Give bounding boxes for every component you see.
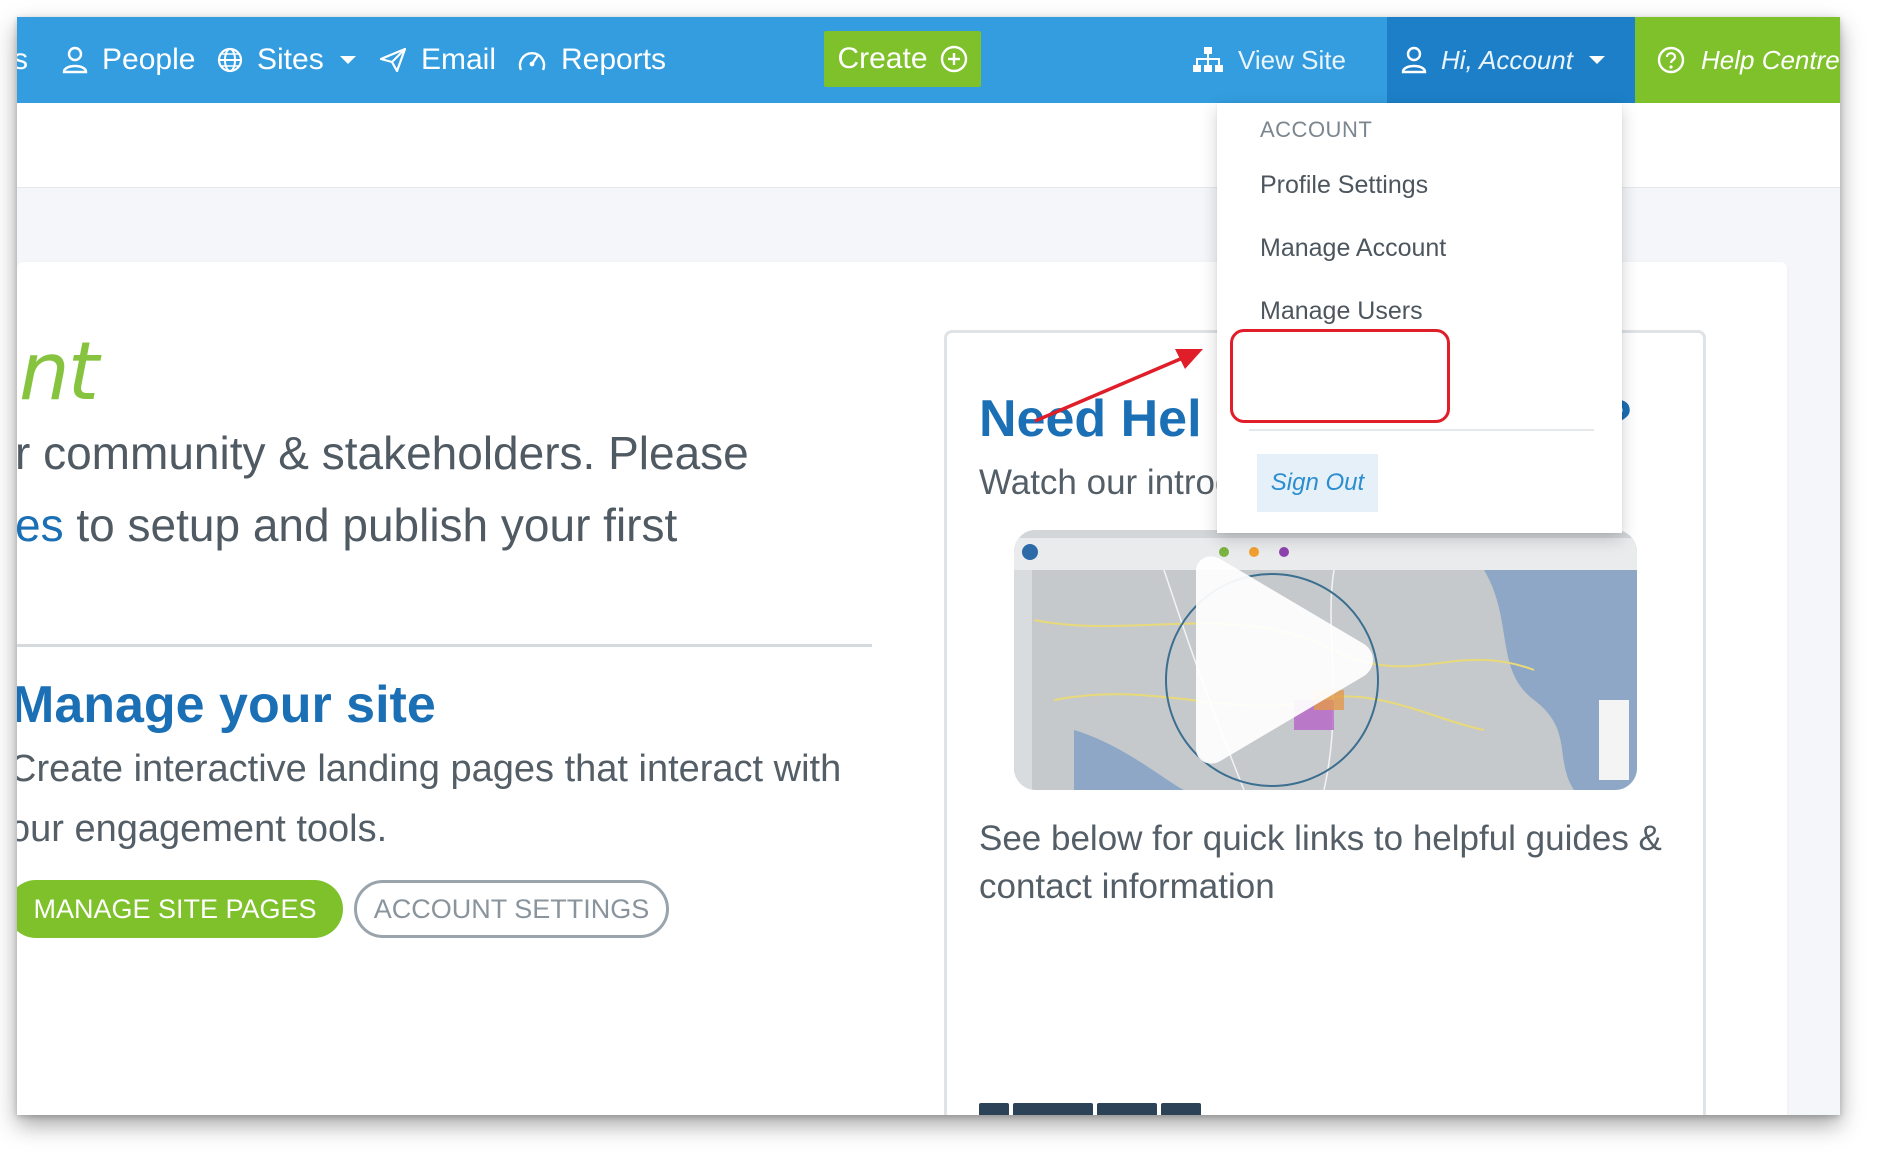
sign-out-label: Sign Out (1270, 469, 1365, 496)
welcome-title-partial: nt (19, 325, 99, 418)
manage-site-pages-button[interactable]: MANAGE SITE PAGES (17, 880, 343, 938)
intro-video-player[interactable] (1014, 530, 1637, 790)
manage-site-description: Create interactive landing pages that in… (17, 748, 842, 850)
nav-account-menu[interactable]: Hi, Account (1387, 17, 1635, 103)
nav-people[interactable]: People (62, 17, 195, 103)
welcome-intro-line2: es to setup and publish your first (17, 489, 835, 561)
account-settings-label: ACCOUNT SETTINGS (373, 893, 650, 924)
create-button[interactable]: Create (824, 31, 981, 87)
nav-view-site-label: View Site (1238, 44, 1346, 75)
nav-view-site[interactable]: View Site (1192, 17, 1346, 103)
dropdown-section-header: ACCOUNT (1260, 117, 1373, 142)
welcome-intro-line2-text: to setup and publish your first (63, 499, 678, 551)
welcome-intro-line1: r community & stakeholders. Please (17, 427, 749, 479)
account-settings-button[interactable]: ACCOUNT SETTINGS (354, 880, 669, 938)
nav-sites-label: Sites (257, 43, 324, 76)
sitemap-icon (1193, 47, 1223, 72)
menu-item-profile-settings[interactable]: Profile Settings (1260, 171, 1428, 200)
nav-reports[interactable]: Reports (517, 17, 666, 103)
nav-sites[interactable]: Sites (217, 17, 356, 103)
question-circle-icon (1657, 46, 1685, 74)
guides-link[interactable]: es (17, 499, 64, 551)
nav-help-label: Help Centre (1701, 44, 1840, 75)
nav-help-centre[interactable]: Help Centre (1635, 17, 1840, 103)
paper-plane-icon (379, 47, 407, 73)
sign-out-button[interactable]: Sign Out (1257, 454, 1378, 512)
chevron-down-icon (339, 56, 356, 64)
section-divider (17, 644, 872, 647)
menu-item-manage-users[interactable]: Manage Users (1260, 297, 1423, 326)
nav-email[interactable]: Email (379, 17, 496, 103)
manage-site-title: Manage your site (17, 676, 436, 734)
menu-item-manage-account[interactable]: Manage Account (1260, 234, 1446, 263)
play-icon (1196, 556, 1373, 764)
nav-people-label: People (102, 43, 196, 76)
user-icon (1401, 46, 1427, 74)
gauge-icon (518, 52, 546, 71)
dropdown-divider (1249, 429, 1594, 431)
nav-reports-label: Reports (561, 43, 667, 76)
chevron-down-icon (1588, 56, 1605, 64)
manage-site-pages-label: MANAGE SITE PAGES (33, 893, 317, 924)
nav-account-label: Hi, Account (1441, 44, 1573, 75)
person-icon (62, 46, 88, 74)
app-window: s People Sites Email Reports Create View… (17, 17, 1840, 1115)
nav-item-partial-label: s (17, 43, 28, 76)
plus-circle-icon (940, 45, 967, 73)
help-title-left: Need Hel (979, 390, 1202, 448)
help-links-text: See below for quick links to helpful gui… (979, 819, 1662, 906)
help-next-heading-partial (979, 1095, 1279, 1115)
welcome-intro: r community & stakeholders. Please es to… (17, 417, 835, 561)
nav-item-partial[interactable]: s (17, 17, 28, 103)
create-button-label: Create (837, 42, 928, 75)
nav-email-label: Email (421, 43, 497, 76)
top-nav-bar: s People Sites Email Reports Create View… (17, 17, 1840, 103)
globe-icon (217, 47, 243, 73)
